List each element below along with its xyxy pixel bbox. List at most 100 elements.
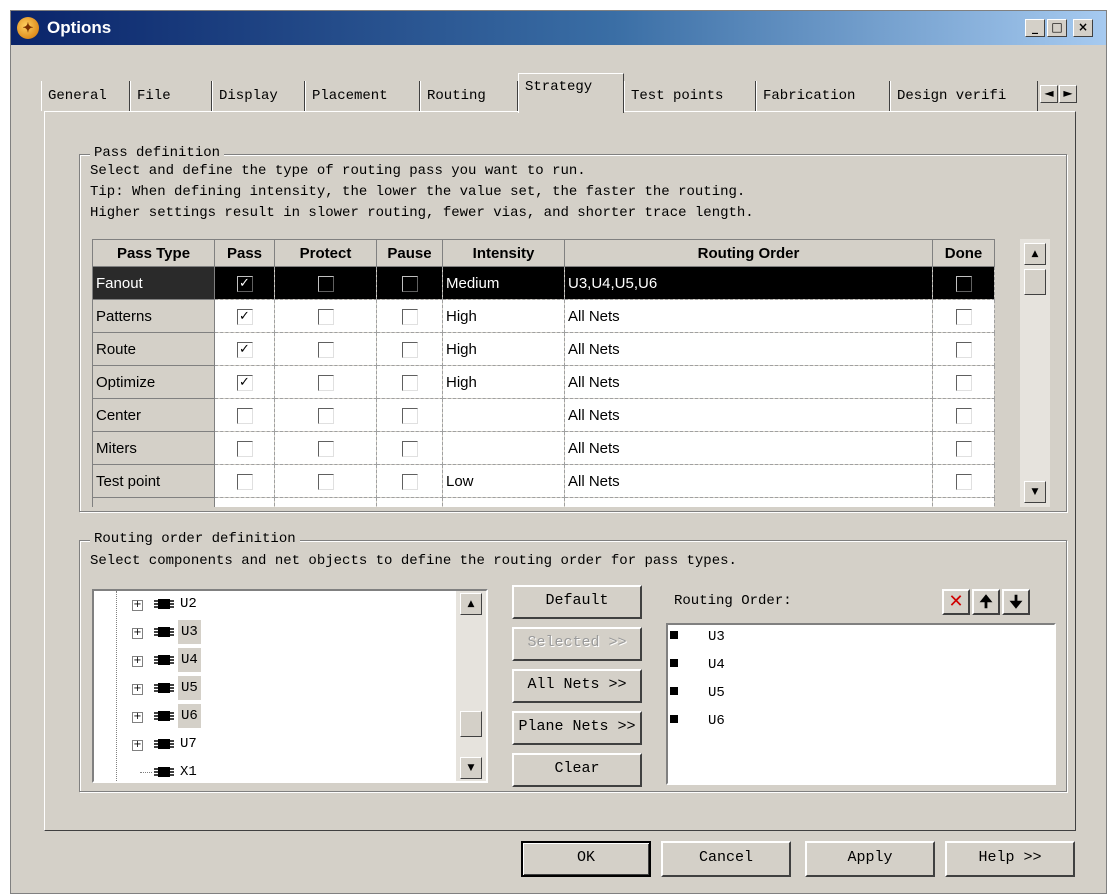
routing-order-cell[interactable]: U3,U4,U5,U6 [564,266,933,300]
routing-order-cell[interactable]: All Nets [564,431,933,465]
routing-order-cell[interactable]: All Nets [564,365,933,399]
table-row[interactable]: Route ✓ High All Nets [92,332,995,366]
protect-cell[interactable] [274,365,377,399]
pause-checkbox[interactable] [401,374,418,391]
pass-checkbox[interactable]: ✓ [236,308,253,325]
tree-scrollbar[interactable]: ▲ ▼ [456,591,486,781]
expand-icon[interactable]: + [132,740,143,751]
done-cell[interactable] [932,464,995,498]
done-checkbox[interactable] [955,341,972,358]
intensity-cell[interactable]: High [442,365,565,399]
help-button[interactable]: Help >> [945,841,1075,877]
intensity-cell[interactable]: High [442,332,565,366]
protect-cell[interactable] [274,266,377,300]
pause-cell[interactable] [376,464,443,498]
title-bar[interactable]: ✦ Options _ □ × [11,11,1106,45]
protect-cell[interactable] [274,299,377,333]
ok-button[interactable]: OK [521,841,651,877]
table-row[interactable]: Test point Low All Nets [92,464,995,498]
table-row[interactable]: Optimize ✓ High All Nets [92,365,995,399]
tab-placement[interactable]: Placement [305,81,420,111]
routing-order-cell[interactable]: All Nets [564,398,933,432]
tab-file[interactable]: File [130,81,212,111]
pass-checkbox[interactable] [236,407,253,424]
pass-table-scrollbar[interactable]: ▲ ▼ [1020,239,1050,507]
routing-order-cell[interactable]: All Nets [564,464,933,498]
tab-display[interactable]: Display [212,81,305,111]
scroll-thumb[interactable] [1024,269,1046,295]
pass-cell[interactable] [214,398,275,432]
done-cell[interactable] [932,332,995,366]
pass-cell[interactable] [214,464,275,498]
protect-cell[interactable] [274,497,377,507]
protect-cell[interactable] [274,464,377,498]
pause-cell[interactable] [376,431,443,465]
pass-type-cell[interactable]: Route [92,332,215,366]
all-nets-button[interactable]: All Nets >> [512,669,642,703]
column-header[interactable]: Protect [274,239,377,267]
intensity-cell[interactable]: High [442,299,565,333]
intensity-cell[interactable]: Low [442,464,565,498]
protect-checkbox[interactable] [317,341,334,358]
close-button[interactable]: × [1073,19,1093,37]
table-row[interactable]: Fanout ✓ Medium U3,U4,U5,U6 [92,266,995,300]
pass-type-cell[interactable]: Patterns [92,299,215,333]
pass-type-cell[interactable]: Fanout [92,266,215,300]
expand-icon[interactable]: + [132,712,143,723]
table-row[interactable]: Patterns ✓ High All Nets [92,299,995,333]
protect-cell[interactable] [274,398,377,432]
pause-checkbox[interactable] [401,308,418,325]
tab-routing[interactable]: Routing [420,81,518,111]
column-header[interactable]: Intensity [442,239,565,267]
pass-cell[interactable]: ✓ [214,365,275,399]
column-header[interactable]: Done [932,239,995,267]
list-item[interactable]: U5 [668,681,1048,709]
protect-checkbox[interactable] [317,473,334,490]
list-item[interactable]: U4 [668,653,1048,681]
pass-checkbox[interactable] [236,473,253,490]
pass-type-cell[interactable]: Test point [92,464,215,498]
protect-cell[interactable] [274,431,377,465]
maximize-button[interactable]: □ [1047,19,1067,37]
pause-checkbox[interactable] [401,275,418,292]
scroll-up-button[interactable]: ▲ [1024,243,1046,265]
pass-type-cell[interactable]: Optimize [92,365,215,399]
selected-button[interactable]: Selected >> [512,627,642,661]
default-button[interactable]: Default [512,585,642,619]
pause-cell[interactable] [376,365,443,399]
pass-cell[interactable]: ✓ [214,332,275,366]
pause-checkbox[interactable] [401,341,418,358]
done-checkbox[interactable] [955,407,972,424]
scroll-up-button[interactable]: ▲ [460,593,482,615]
table-row[interactable]: Tune Medium All Nets [92,497,995,507]
pass-checkbox[interactable]: ✓ [236,275,253,292]
pass-type-cell[interactable]: Miters [92,431,215,465]
done-cell[interactable] [932,497,995,507]
tab-general[interactable]: General [41,81,130,111]
clear-button[interactable]: Clear [512,753,642,787]
cancel-button[interactable]: Cancel [661,841,791,877]
pass-checkbox[interactable]: ✓ [236,374,253,391]
expand-icon[interactable]: + [132,656,143,667]
table-row[interactable]: Center All Nets [92,398,995,432]
protect-cell[interactable] [274,332,377,366]
pause-checkbox[interactable] [401,407,418,424]
pause-cell[interactable] [376,398,443,432]
expand-icon[interactable]: + [132,684,143,695]
column-header[interactable]: Pass [214,239,275,267]
done-checkbox[interactable] [955,308,972,325]
done-cell[interactable] [932,365,995,399]
protect-checkbox[interactable] [317,440,334,457]
pass-checkbox[interactable]: ✓ [236,341,253,358]
done-checkbox[interactable] [955,440,972,457]
pass-type-cell[interactable]: Tune [92,497,215,507]
column-header[interactable]: Pass Type [92,239,215,267]
done-cell[interactable] [932,431,995,465]
intensity-cell[interactable]: Medium [442,497,565,507]
scroll-thumb[interactable] [460,711,482,737]
intensity-cell[interactable]: Medium [442,266,565,300]
pause-cell[interactable] [376,299,443,333]
move-down-icon[interactable]: 🠋 [1002,589,1030,615]
pass-cell[interactable] [214,431,275,465]
done-cell[interactable] [932,299,995,333]
